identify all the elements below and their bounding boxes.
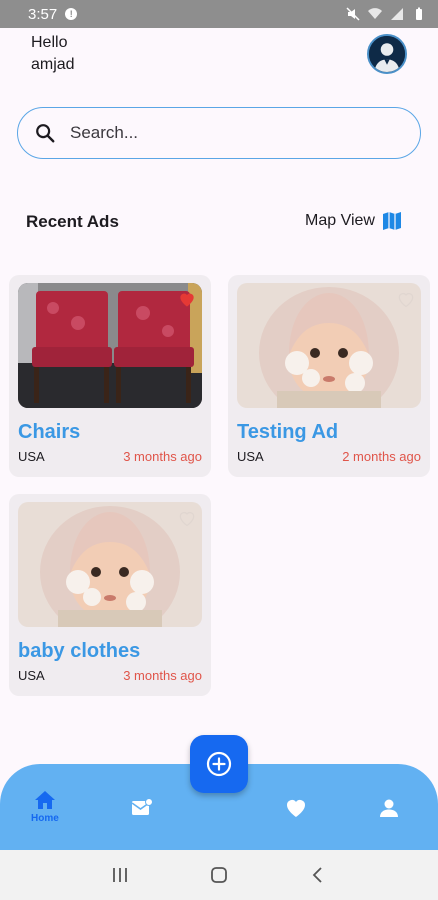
add-ad-button[interactable] bbox=[190, 735, 248, 793]
greeting: Hello amjad bbox=[31, 32, 75, 76]
wifi-icon bbox=[368, 8, 382, 19]
ad-card-testing-ad[interactable]: Testing Ad USA 2 months ago bbox=[228, 275, 430, 477]
ad-location: USA bbox=[18, 449, 45, 464]
favorite-heart-icon[interactable] bbox=[177, 289, 197, 309]
greeting-username: amjad bbox=[31, 56, 75, 73]
notification-icon: ! bbox=[65, 8, 78, 20]
ad-location: USA bbox=[237, 449, 264, 464]
avatar[interactable] bbox=[367, 34, 407, 74]
favorite-heart-icon[interactable] bbox=[177, 508, 197, 528]
ad-title: Chairs bbox=[18, 421, 81, 443]
ad-image-testing-ad bbox=[237, 283, 421, 408]
ad-location: USA bbox=[18, 668, 45, 683]
ad-posted-date: 3 months ago bbox=[123, 668, 202, 683]
ad-card-baby-clothes[interactable]: baby clothes USA 3 months ago bbox=[9, 494, 211, 696]
heart-icon bbox=[287, 800, 305, 817]
map-view-button[interactable]: Map View bbox=[305, 211, 402, 231]
home-button-icon[interactable] bbox=[209, 865, 229, 885]
ad-image-baby-clothes bbox=[18, 502, 202, 627]
nav-messages[interactable] bbox=[130, 796, 154, 820]
ad-posted-date: 3 months ago bbox=[123, 449, 202, 464]
search-input[interactable] bbox=[70, 123, 370, 143]
system-nav-bar bbox=[0, 850, 438, 900]
ad-card-chairs[interactable]: Chairs USA 3 months ago bbox=[9, 275, 211, 477]
status-time: 3:57 bbox=[28, 5, 58, 23]
recents-icon[interactable] bbox=[110, 865, 130, 885]
add-circle-icon bbox=[206, 751, 232, 777]
mute-icon bbox=[346, 7, 360, 21]
nav-home-label: Home bbox=[31, 813, 59, 824]
ad-image-chairs bbox=[18, 283, 202, 408]
search-icon bbox=[36, 124, 55, 143]
avatar-image bbox=[369, 36, 405, 72]
signal-icon bbox=[391, 8, 403, 20]
map-icon bbox=[382, 212, 401, 230]
battery-icon bbox=[416, 7, 422, 20]
search-bar[interactable] bbox=[17, 107, 421, 159]
nav-favorites[interactable] bbox=[284, 796, 308, 820]
section-title: Recent Ads bbox=[26, 212, 119, 231]
messages-icon bbox=[131, 798, 153, 815]
status-icons bbox=[346, 7, 426, 21]
status-bar: 3:57 ! bbox=[0, 0, 438, 28]
person-icon bbox=[380, 799, 398, 817]
back-icon[interactable] bbox=[308, 865, 328, 885]
home-icon bbox=[34, 791, 55, 809]
ad-posted-date: 2 months ago bbox=[342, 449, 421, 464]
map-view-label: Map View bbox=[305, 212, 375, 229]
nav-home[interactable]: Home bbox=[31, 788, 59, 824]
nav-profile[interactable] bbox=[377, 796, 401, 820]
ad-title: baby clothes bbox=[18, 640, 141, 662]
greeting-hello: Hello bbox=[31, 34, 68, 51]
ad-title: Testing Ad bbox=[237, 421, 339, 443]
favorite-heart-icon[interactable] bbox=[396, 289, 416, 309]
